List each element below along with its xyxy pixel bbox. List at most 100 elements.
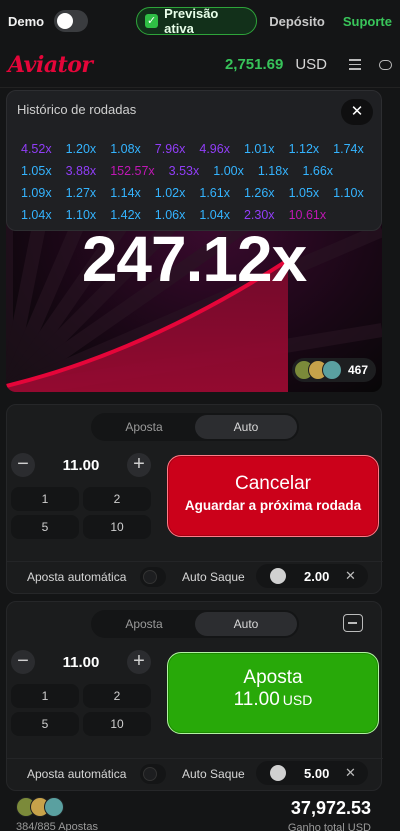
history-row: 1.05x 3.88x 152.57x 3.53x 1.00x 1.18x 1.66x [21, 160, 377, 182]
history-grid: 4.52x 1.20x 1.08x 7.96x 4.96x 1.01x 1.12x 1.74x… [21, 138, 377, 226]
history-multiplier[interactable]: 1.61x [199, 186, 230, 200]
auto-cashout-control: 2.00 ✕ [256, 564, 368, 588]
history-multiplier[interactable]: 1.06x [155, 208, 186, 222]
history-multiplier[interactable]: 1.66x [302, 164, 333, 178]
bets-count: 384/885 Apostas [16, 821, 98, 831]
support-link[interactable]: Suporte [343, 14, 392, 29]
history-multiplier[interactable]: 10.61x [289, 208, 327, 222]
quick-amount-button[interactable]: 2 [83, 487, 151, 511]
deposit-link[interactable]: Depósito [269, 14, 325, 29]
quick-amount-button[interactable]: 1 [11, 684, 79, 708]
chat-icon[interactable] [379, 59, 392, 70]
avatar [321, 360, 342, 380]
history-multiplier[interactable]: 1.26x [244, 186, 275, 200]
history-row: 1.09x 1.27x 1.14x 1.02x 1.61x 1.26x 1.05x 1.10x [21, 182, 377, 204]
waiting-label: Aguardar a próxima rodada [184, 498, 362, 513]
game-header: Aviator 2,751.69 USD [0, 42, 400, 88]
history-multiplier[interactable]: 1.20x [66, 142, 97, 156]
quick-amount-button[interactable]: 5 [11, 712, 79, 736]
history-row: 1.04x 1.10x 1.42x 1.06x 1.04x 2.30x 10.61x [21, 204, 377, 226]
bet-amount-stepper: − 11.00 + [11, 451, 151, 479]
tab-auto[interactable]: Auto [195, 612, 297, 636]
balance-currency: USD [295, 56, 327, 73]
multiplier-x-icon: ✕ [345, 568, 356, 583]
remove-panel-icon[interactable] [343, 614, 363, 632]
bet-mode-tabs: Aposta Auto [91, 413, 299, 441]
tab-bet[interactable]: Aposta [93, 612, 195, 636]
history-multiplier[interactable]: 1.08x [110, 142, 141, 156]
close-icon: ✕ [350, 103, 364, 120]
history-multiplier[interactable]: 1.14x [110, 186, 141, 200]
quick-amount-button[interactable]: 10 [83, 712, 151, 736]
history-multiplier[interactable]: 1.01x [244, 142, 275, 156]
decrease-button[interactable]: − [11, 453, 35, 477]
quick-amounts: 1 2 5 10 [11, 684, 151, 736]
bet-button-amount-line: 11.00 USD [168, 689, 378, 711]
history-multiplier[interactable]: 4.52x [21, 142, 52, 156]
balance-amount: 2,751.69 [224, 56, 284, 73]
history-multiplier[interactable]: 7.96x [155, 142, 186, 156]
bet-amount-value[interactable]: 11.00 [35, 457, 127, 474]
previsao-ativa-button[interactable]: ✓ Previsão ativa [136, 6, 258, 36]
demo-label: Demo [8, 13, 45, 29]
increase-button[interactable]: + [127, 650, 151, 674]
cancel-bet-button[interactable]: Cancelar Aguardar a próxima rodada [167, 455, 379, 537]
history-multiplier[interactable]: 1.74x [333, 142, 364, 156]
auto-cashout-toggle[interactable] [270, 765, 286, 781]
total-winnings-label: Ganho total USD [287, 822, 371, 831]
auto-bet-toggle[interactable] [140, 567, 166, 587]
demo-toggle[interactable] [54, 10, 89, 32]
history-multiplier[interactable]: 1.00x [213, 164, 244, 178]
history-multiplier[interactable]: 1.18x [258, 164, 289, 178]
tab-auto[interactable]: Auto [195, 415, 297, 439]
multiplier-x-icon: ✕ [345, 765, 356, 780]
history-multiplier[interactable]: 1.02x [155, 186, 186, 200]
bet-button-label: Aposta [243, 667, 303, 688]
players-count: 467 [347, 363, 368, 377]
tab-bet[interactable]: Aposta [93, 415, 195, 439]
bettor-avatars [16, 797, 64, 817]
auto-cashout-control: 5.00 ✕ [256, 761, 368, 785]
auto-cashout-value[interactable]: 2.00 [304, 569, 329, 584]
history-multiplier[interactable]: 1.10x [333, 186, 364, 200]
history-multiplier[interactable]: 3.88x [66, 164, 97, 178]
quick-amount-button[interactable]: 10 [83, 515, 151, 539]
quick-amount-button[interactable]: 1 [11, 487, 79, 511]
history-multiplier[interactable]: 1.04x [21, 208, 52, 222]
previsao-ativa-label: Previsão ativa [164, 6, 219, 36]
auto-bet-toggle[interactable] [140, 764, 166, 784]
history-multiplier[interactable]: 4.96x [199, 142, 230, 156]
auto-row: Aposta automática Auto Saque 2.00 ✕ [7, 561, 383, 588]
history-multiplier[interactable]: 1.10x [66, 208, 97, 222]
history-multiplier[interactable]: 1.05x [289, 186, 320, 200]
history-multiplier[interactable]: 2.30x [244, 208, 275, 222]
history-multiplier[interactable]: 3.53x [169, 164, 200, 178]
history-multiplier[interactable]: 1.09x [21, 186, 52, 200]
bet-mode-tabs: Aposta Auto [91, 610, 299, 638]
history-multiplier[interactable]: 1.12x [289, 142, 320, 156]
auto-cashout-value[interactable]: 5.00 [304, 766, 329, 781]
quick-amounts: 1 2 5 10 [11, 487, 151, 539]
increase-button[interactable]: + [127, 453, 151, 477]
history-multiplier[interactable]: 152.57x [110, 164, 154, 178]
avatar [44, 797, 64, 817]
place-bet-button[interactable]: Aposta 11.00 USD [167, 652, 379, 734]
menu-icon[interactable] [349, 59, 361, 70]
history-multiplier[interactable]: 1.27x [66, 186, 97, 200]
cancel-label: Cancelar [234, 473, 312, 494]
history-row: 4.52x 1.20x 1.08x 7.96x 4.96x 1.01x 1.12x 1.74x [21, 138, 377, 160]
history-multiplier[interactable]: 1.42x [110, 208, 141, 222]
online-players: 467 [291, 358, 376, 382]
close-history-button[interactable]: ✕ [341, 99, 373, 125]
auto-cashout-toggle[interactable] [270, 568, 286, 584]
quick-amount-button[interactable]: 5 [11, 515, 79, 539]
history-multiplier[interactable]: 1.05x [21, 164, 52, 178]
auto-row: Aposta automática Auto Saque 5.00 ✕ [7, 758, 383, 785]
bets-footer: 384/885 Apostas 37,972.53 Ganho total US… [0, 794, 400, 831]
auto-cashout-label: Auto Saque [182, 767, 245, 781]
toggle-knob [57, 13, 74, 29]
history-multiplier[interactable]: 1.04x [199, 208, 230, 222]
decrease-button[interactable]: − [11, 650, 35, 674]
quick-amount-button[interactable]: 2 [83, 684, 151, 708]
bet-amount-value[interactable]: 11.00 [35, 654, 127, 671]
